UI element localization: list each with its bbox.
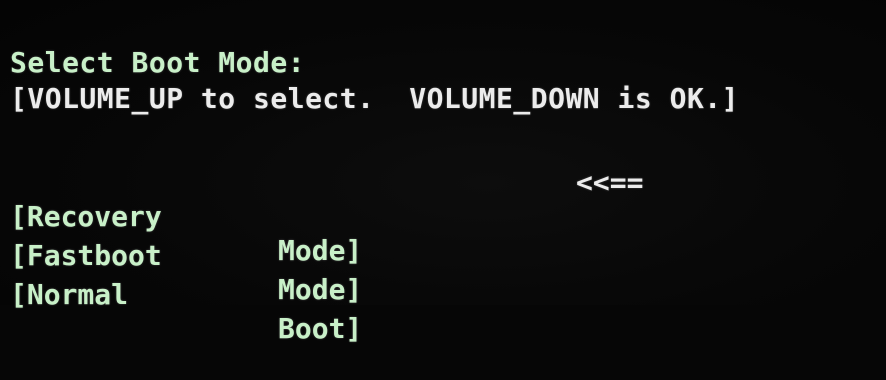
menu-item-suffix: Boot] <box>278 312 363 345</box>
menu-item-label: [Normal <box>10 278 129 311</box>
menu-item-recovery-mode[interactable]: [Recovery Mode] <box>10 166 410 267</box>
boot-mode-title: Select Boot Mode: <box>10 46 306 79</box>
menu-item-suffix: Mode] <box>278 273 363 306</box>
selection-arrow-indicator: <<== <box>576 166 644 199</box>
menu-item-normal-boot[interactable]: [Normal Boot] <box>10 244 410 345</box>
menu-item-fastboot-mode[interactable]: [Fastboot Mode] <box>10 205 410 306</box>
volume-key-hint: [VOLUME_UP to select. VOLUME_DOWN is OK.… <box>10 82 740 115</box>
boot-screen: Select Boot Mode: [VOLUME_UP to select. … <box>0 0 886 345</box>
